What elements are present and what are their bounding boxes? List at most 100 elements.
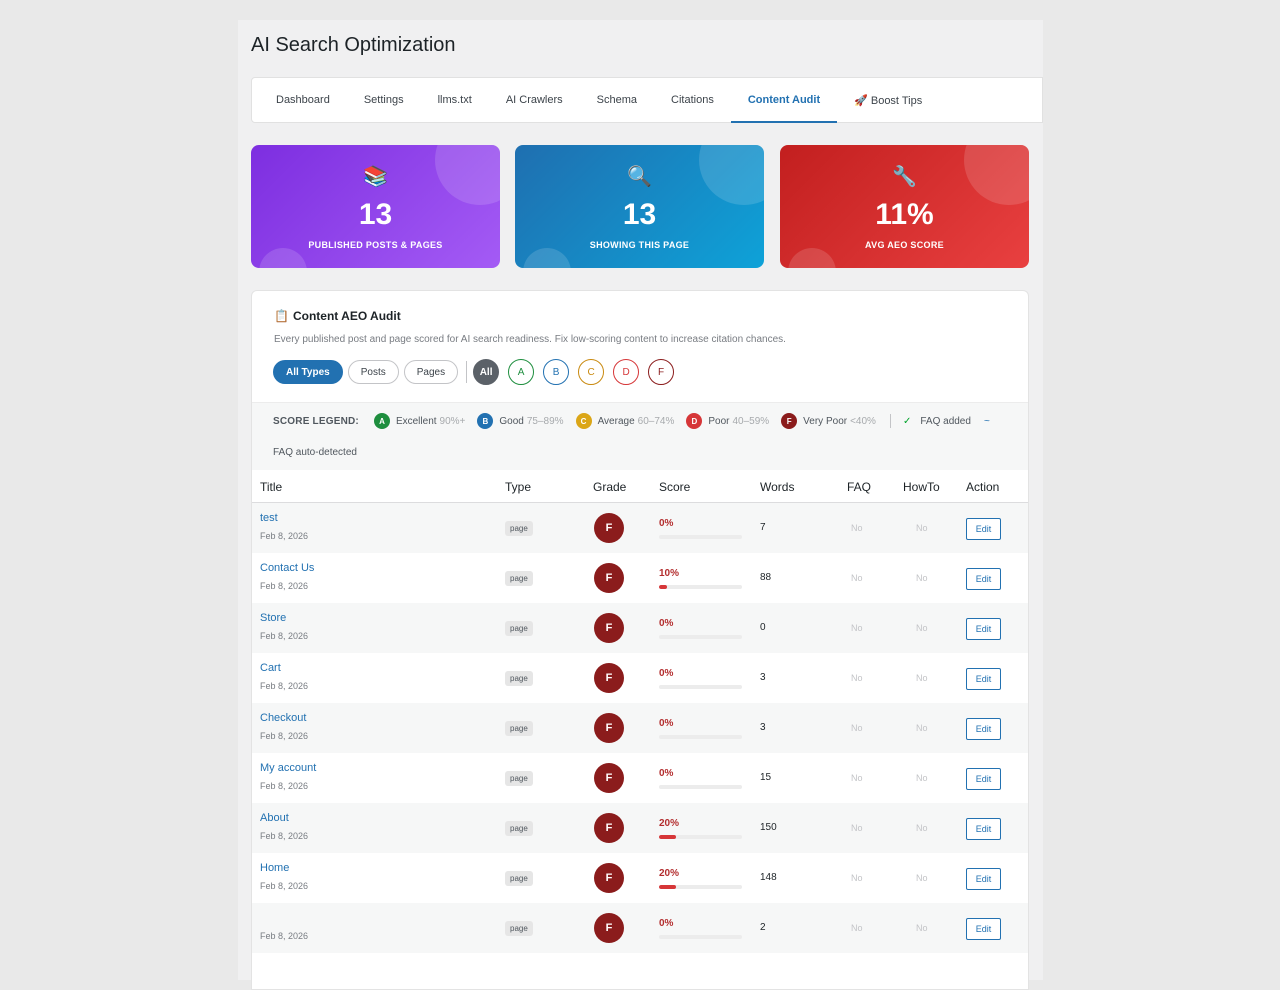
row-type-badge: page bbox=[505, 871, 533, 886]
row-grade-badge: F bbox=[594, 763, 624, 793]
row-howto: No bbox=[916, 673, 928, 683]
column-header-type: Type bbox=[505, 480, 532, 494]
decor-bubble bbox=[523, 248, 571, 268]
row-date: Feb 8, 2026 bbox=[260, 531, 309, 541]
grade-a-badge: A bbox=[373, 413, 390, 429]
stat-value: 13 bbox=[622, 198, 657, 231]
row-words: 3 bbox=[760, 722, 766, 733]
tab-settings[interactable]: Settings bbox=[347, 78, 421, 122]
row-title-link[interactable]: Checkout bbox=[260, 712, 306, 724]
row-type-badge: page bbox=[505, 771, 533, 786]
legend-label: Average bbox=[597, 415, 635, 427]
grade-b-badge: B bbox=[477, 413, 494, 429]
row-title-link[interactable]: Contact Us bbox=[260, 562, 314, 574]
grade-filter-a[interactable]: A bbox=[508, 359, 535, 385]
row-score: 20% bbox=[659, 818, 680, 829]
legend-label: Very Poor bbox=[803, 415, 848, 427]
filter-pages[interactable]: Pages bbox=[403, 360, 459, 384]
row-grade-badge: F bbox=[594, 713, 624, 743]
row-faq: No bbox=[851, 673, 863, 683]
edit-button[interactable]: Edit bbox=[966, 568, 1001, 590]
table-row: Cart Feb 8, 2026 page F 0% 3 No No Edit bbox=[252, 653, 1028, 703]
legend-range: 60–74% bbox=[637, 415, 675, 427]
table-row: Checkout Feb 8, 2026 page F 0% 3 No No Edit bbox=[252, 703, 1028, 753]
row-faq: No bbox=[851, 573, 863, 583]
legend-item-f: F Very Poor <40% bbox=[781, 413, 876, 429]
score-legend: SCORE LEGEND: A Excellent 90%+ B Good 75… bbox=[252, 402, 1028, 470]
tab-content-audit[interactable]: Content Audit bbox=[730, 78, 838, 123]
content-audit-panel: 📋 Content AEO Audit Every published post … bbox=[251, 290, 1029, 990]
row-score-bar bbox=[659, 735, 742, 739]
edit-button[interactable]: Edit bbox=[966, 918, 1001, 940]
tab-citations[interactable]: Citations bbox=[654, 78, 731, 122]
edit-button[interactable]: Edit bbox=[966, 818, 1001, 840]
row-type-badge: page bbox=[505, 821, 533, 836]
grade-filter-b[interactable]: B bbox=[543, 359, 570, 385]
row-title-link[interactable]: Cart bbox=[260, 662, 281, 674]
row-score: 0% bbox=[659, 918, 674, 929]
table-row: Home Feb 8, 2026 page F 20% 148 No No Edit bbox=[252, 853, 1028, 903]
legend-range: 75–89% bbox=[526, 415, 564, 427]
row-title-link[interactable]: Home bbox=[260, 862, 289, 874]
edit-button[interactable]: Edit bbox=[966, 868, 1001, 890]
row-words: 150 bbox=[760, 822, 777, 833]
page-title: AI Search Optimization bbox=[251, 34, 456, 56]
row-title-link[interactable]: Store bbox=[260, 612, 286, 624]
nav-tabs: Dashboard Settings llms.txt AI Crawlers … bbox=[251, 77, 1043, 123]
row-howto: No bbox=[916, 523, 928, 533]
row-howto: No bbox=[916, 573, 928, 583]
filter-all-types[interactable]: All Types bbox=[273, 360, 343, 384]
tab-dashboard[interactable]: Dashboard bbox=[259, 78, 347, 122]
stat-label: AVG AEO SCORE bbox=[865, 240, 944, 250]
edit-button[interactable]: Edit bbox=[966, 768, 1001, 790]
row-score: 0% bbox=[659, 518, 674, 529]
row-words: 148 bbox=[760, 872, 777, 883]
legend-range: 90%+ bbox=[439, 415, 466, 427]
grade-filter-c[interactable]: C bbox=[578, 359, 605, 385]
divider bbox=[889, 414, 891, 428]
tab-llms-txt[interactable]: llms.txt bbox=[421, 78, 489, 122]
row-score-bar bbox=[659, 585, 742, 589]
stat-value: 11% bbox=[875, 198, 934, 231]
row-words: 0 bbox=[760, 622, 766, 633]
plugin-page: AI Search Optimization Dashboard Setting… bbox=[238, 20, 1043, 990]
row-words: 15 bbox=[760, 772, 772, 783]
row-faq: No bbox=[851, 923, 863, 933]
row-faq: No bbox=[851, 873, 863, 883]
filter-posts[interactable]: Posts bbox=[347, 360, 399, 384]
row-date: Feb 8, 2026 bbox=[260, 931, 309, 941]
grade-filter-d[interactable]: D bbox=[613, 359, 640, 385]
grade-filter-f[interactable]: F bbox=[648, 359, 675, 385]
tab-ai-crawlers[interactable]: AI Crawlers bbox=[489, 78, 580, 122]
row-score-bar bbox=[659, 635, 742, 639]
row-date: Feb 8, 2026 bbox=[260, 681, 309, 691]
faq-auto-label: FAQ auto-detected bbox=[273, 447, 357, 458]
stat-label: PUBLISHED POSTS & PAGES bbox=[308, 240, 443, 250]
edit-button[interactable]: Edit bbox=[966, 718, 1001, 740]
row-score-bar bbox=[659, 685, 742, 689]
legend-label: Good bbox=[499, 415, 524, 427]
row-date: Feb 8, 2026 bbox=[260, 581, 309, 591]
row-grade-badge: F bbox=[594, 613, 624, 643]
magnifier-icon: 🔍 bbox=[627, 166, 652, 188]
edit-button[interactable]: Edit bbox=[966, 668, 1001, 690]
row-grade-badge: F bbox=[594, 563, 624, 593]
row-grade-badge: F bbox=[594, 513, 624, 543]
grade-filter-all[interactable]: All bbox=[473, 359, 500, 385]
tab-boost-tips[interactable]: 🚀 Boost Tips bbox=[837, 78, 939, 122]
row-date: Feb 8, 2026 bbox=[260, 831, 309, 841]
table-row: Store Feb 8, 2026 page F 0% 0 No No Edit bbox=[252, 603, 1028, 653]
table-row: Feb 8, 2026 page F 0% 2 No No Edit bbox=[252, 903, 1028, 953]
row-words: 3 bbox=[760, 672, 766, 683]
column-header-grade: Grade bbox=[593, 480, 627, 494]
edit-button[interactable]: Edit bbox=[966, 518, 1001, 540]
column-header-words: Words bbox=[760, 480, 795, 494]
row-title-link[interactable]: About bbox=[260, 812, 289, 824]
column-header-faq: FAQ bbox=[847, 480, 872, 494]
legend-title: SCORE LEGEND: bbox=[273, 415, 359, 427]
row-title-link[interactable]: test bbox=[260, 512, 278, 524]
row-title-link[interactable]: My account bbox=[260, 762, 316, 774]
row-score-fill bbox=[659, 885, 676, 889]
edit-button[interactable]: Edit bbox=[966, 618, 1001, 640]
tab-schema[interactable]: Schema bbox=[580, 78, 654, 122]
